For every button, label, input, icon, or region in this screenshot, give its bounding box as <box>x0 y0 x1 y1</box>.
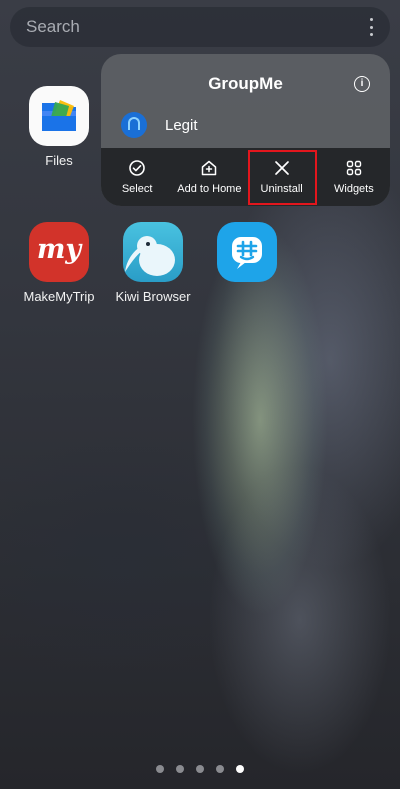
app-label: Kiwi Browser <box>115 289 191 304</box>
groupme-app-icon <box>217 222 277 282</box>
app-groupme[interactable] <box>202 222 292 282</box>
uninstall-highlight-box <box>248 150 317 205</box>
add-to-home-label: Add to Home <box>177 183 242 195</box>
files-app-icon <box>29 86 89 146</box>
page-dot[interactable] <box>196 765 204 773</box>
add-to-home-button[interactable]: Add to Home <box>173 148 245 206</box>
popup-title: GroupMe <box>208 74 283 93</box>
page-dot[interactable] <box>216 765 224 773</box>
app-files[interactable]: Files <box>14 86 104 168</box>
shortcut-legit[interactable]: Legit <box>121 112 198 138</box>
legit-shortcut-icon <box>121 112 147 138</box>
widgets-button[interactable]: Widgets <box>318 148 390 206</box>
app-context-menu: GroupMe i Legit Select Add to Home Unins… <box>101 54 390 206</box>
select-label: Select <box>121 183 153 195</box>
app-kiwi-browser[interactable]: Kiwi Browser <box>108 222 198 304</box>
widgets-grid-icon <box>346 160 362 176</box>
add-to-home-icon <box>202 160 217 176</box>
shortcut-label: Legit <box>165 116 198 134</box>
page-indicator <box>0 765 400 773</box>
select-button[interactable]: Select <box>101 148 173 206</box>
kiwi-browser-app-icon <box>123 222 183 282</box>
popup-actions-bar: Select Add to Home Uninstall Widgets <box>101 148 390 206</box>
page-dot[interactable] <box>176 765 184 773</box>
page-dot[interactable] <box>156 765 164 773</box>
more-vert-icon[interactable] <box>368 18 374 36</box>
makemytrip-logo-text: my <box>36 234 82 265</box>
search-placeholder: Search <box>26 17 80 36</box>
search-bar[interactable]: Search <box>10 7 390 47</box>
app-makemytrip[interactable]: my MakeMyTrip <box>14 222 104 304</box>
widgets-label: Widgets <box>334 183 374 195</box>
app-label: Files <box>45 153 73 168</box>
app-label: MakeMyTrip <box>23 289 95 304</box>
makemytrip-app-icon: my <box>29 222 89 282</box>
page-dot-active[interactable] <box>236 765 244 773</box>
select-check-icon <box>129 160 145 176</box>
info-icon[interactable]: i <box>354 76 370 92</box>
